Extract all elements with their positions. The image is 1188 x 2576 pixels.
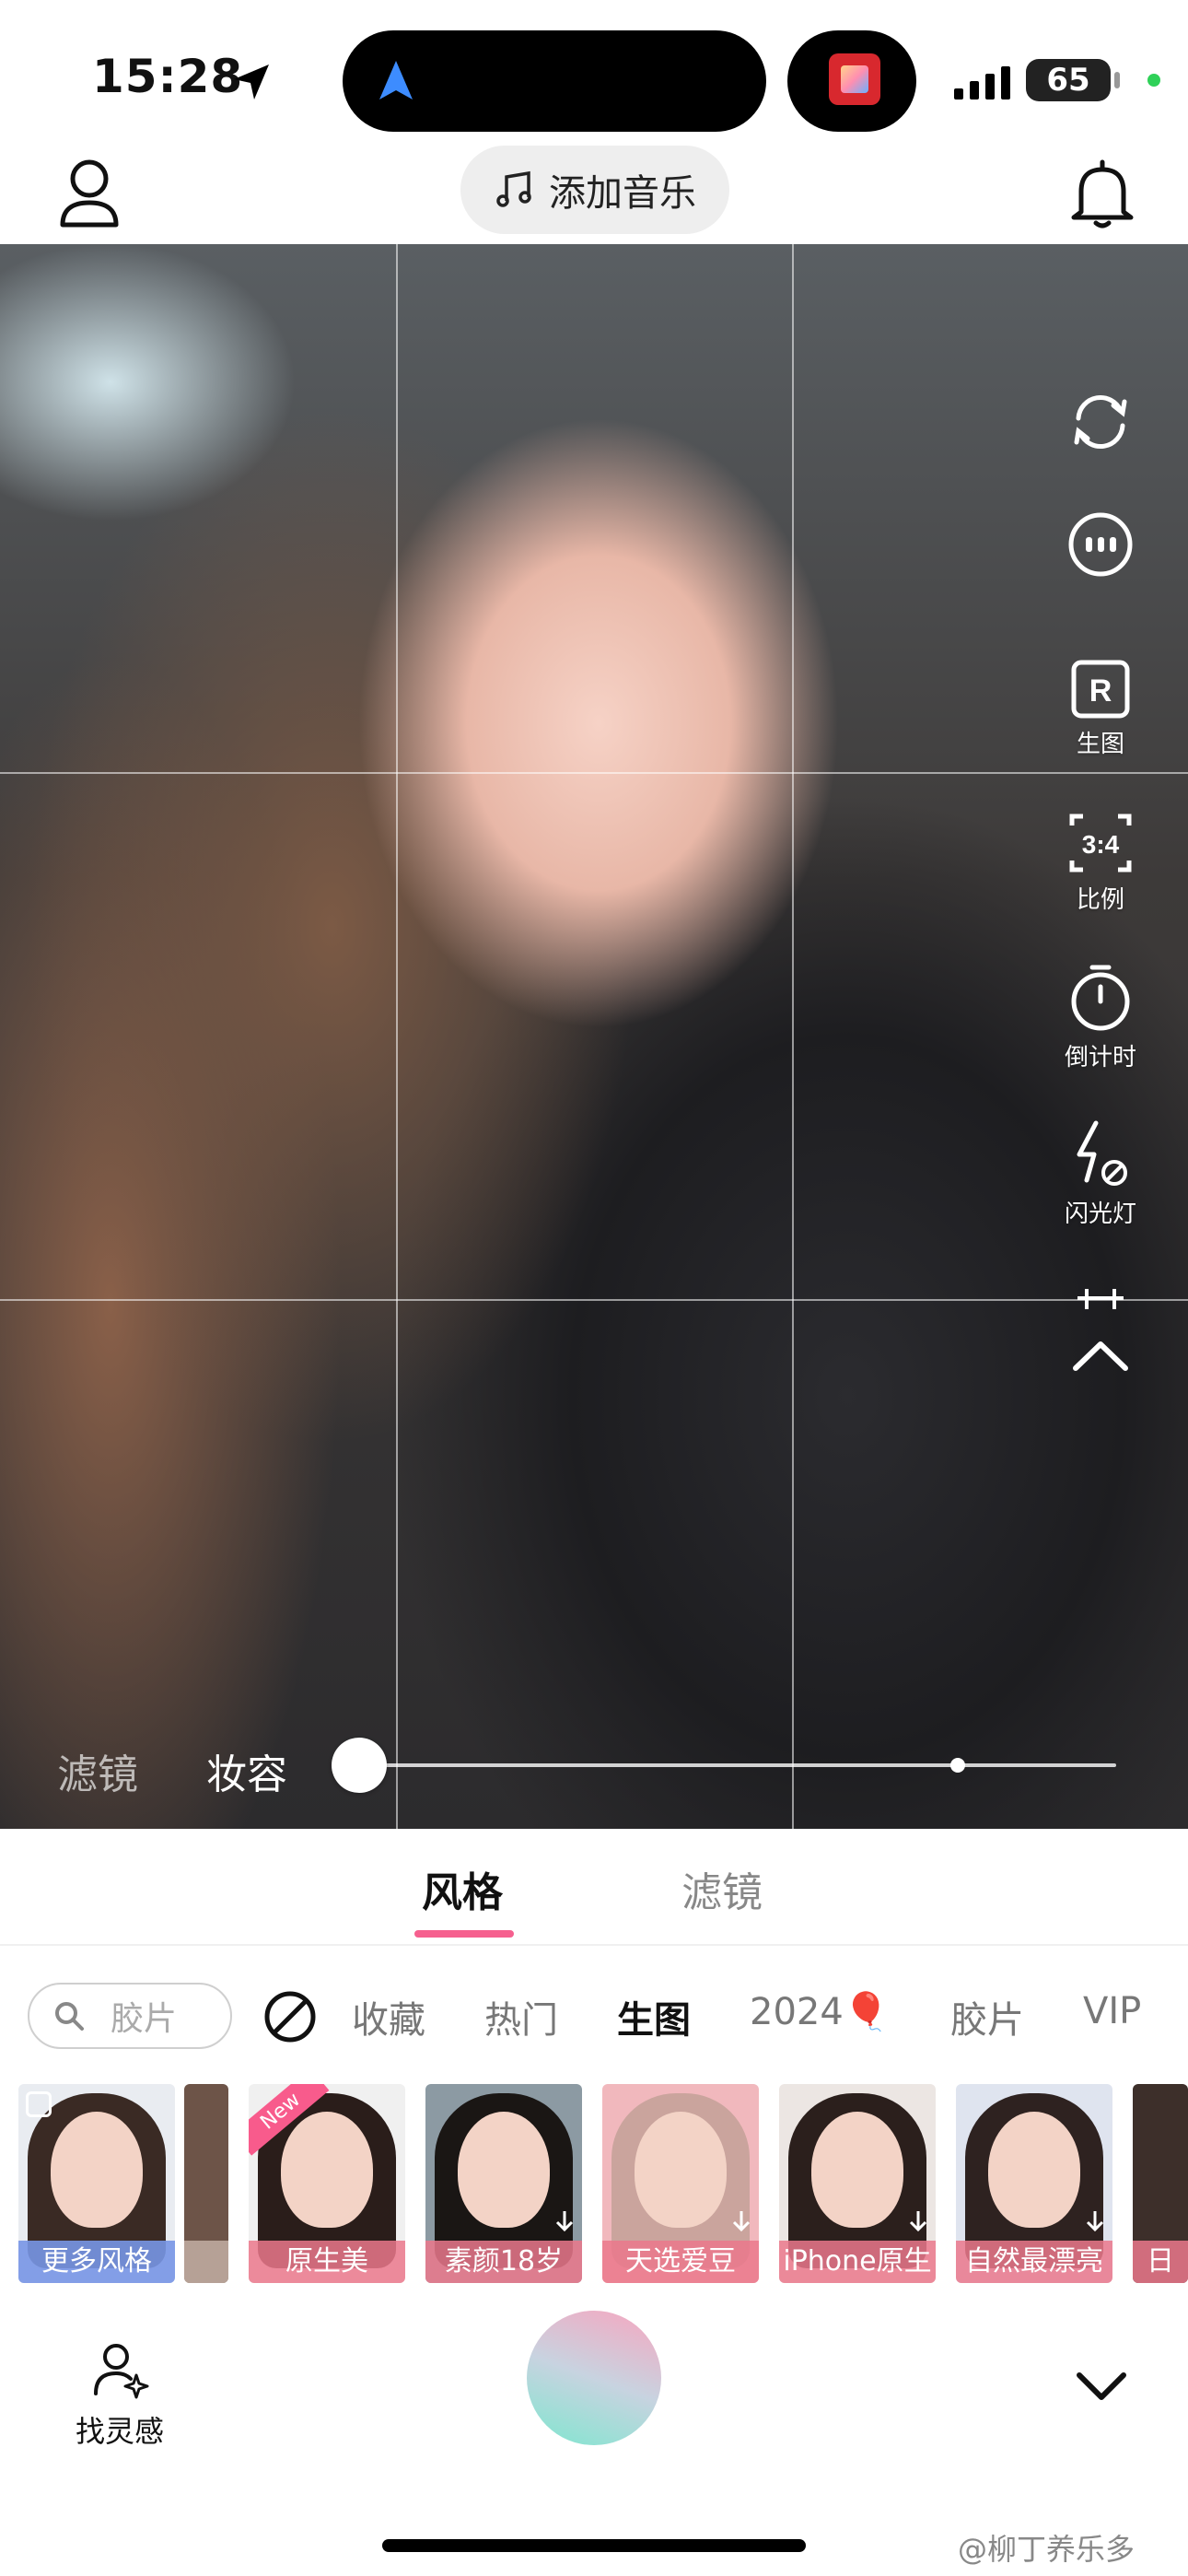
thumbnail-label: 天选爱豆 <box>602 2241 759 2283</box>
battery-cap <box>1114 72 1120 88</box>
profile-icon[interactable] <box>57 157 122 230</box>
thumbnail-face <box>51 2112 143 2228</box>
raw-mode-label: 生图 <box>1076 731 1124 758</box>
thumbnail-label: 原生美 <box>249 2241 405 2283</box>
add-music-label: 添加音乐 <box>549 172 696 215</box>
thumbnail-label: 更多风格 <box>18 2241 175 2283</box>
thumbnail-most-beautiful[interactable]: 自然最漂亮 <box>956 2084 1112 2283</box>
status-time: 15:28 <box>92 50 244 103</box>
category-hot[interactable]: 热门 <box>484 1990 558 2043</box>
add-music-button[interactable]: 添加音乐 <box>460 146 729 234</box>
svg-text:R: R <box>1089 673 1112 708</box>
filter-intensity-tab[interactable]: 滤镜 <box>57 1741 138 1800</box>
no-style-icon[interactable] <box>263 1990 317 2043</box>
aspect-ratio-label: 比例 <box>1076 886 1124 914</box>
svg-text:3:4: 3:4 <box>1082 830 1120 859</box>
raw-mode-button[interactable]: R 生图 <box>1059 659 1142 759</box>
category-film[interactable]: 胶片 <box>950 1990 1024 2043</box>
thumbnail-idol[interactable]: 天选爱豆 <box>602 2084 759 2283</box>
category-favorites[interactable]: 收藏 <box>352 1990 425 2043</box>
style-search-input[interactable]: 胶片 <box>28 1983 232 2049</box>
flip-camera-button[interactable] <box>1059 387 1142 457</box>
bell-icon[interactable] <box>1068 157 1136 230</box>
battery-level: 65 <box>1026 59 1111 101</box>
divider <box>0 1944 1188 1946</box>
makeup-intensity-tab[interactable]: 妆容 <box>206 1741 287 1800</box>
thumbnail-label: 素颜18岁 <box>425 2241 582 2283</box>
thumbnail-face <box>458 2112 550 2228</box>
thumbnail-label: 自然最漂亮 <box>956 2241 1112 2283</box>
intensity-slider-track[interactable] <box>361 1763 1116 1767</box>
cellular-signal-icon <box>954 66 1010 100</box>
search-icon <box>55 2002 84 2031</box>
thumbnail-face <box>281 2112 373 2228</box>
location-arrow-icon <box>234 64 269 100</box>
thumbnail-label: 日 <box>1133 2241 1188 2283</box>
flash-label: 闪光灯 <box>1064 1200 1136 1228</box>
tab-style[interactable]: 风格 <box>422 1859 503 1918</box>
flash-off-icon <box>1077 1120 1127 1186</box>
download-icon <box>909 2211 927 2232</box>
timer-button[interactable]: 倒计时 <box>1059 963 1142 1072</box>
thumbnail-natural-beauty[interactable]: New 原生美 <box>249 2084 405 2283</box>
grid-line <box>792 244 794 1829</box>
more-icon <box>1068 512 1133 577</box>
thumbnail-face <box>811 2112 903 2228</box>
timer-icon <box>1071 965 1130 1031</box>
shutter-button[interactable] <box>527 2311 661 2445</box>
timer-label: 倒计时 <box>1064 1044 1136 1071</box>
search-placeholder: 胶片 <box>111 2000 178 2038</box>
watermark: @柳丁养乐多 <box>958 2532 1136 2567</box>
camera-in-use-indicator <box>1147 74 1160 87</box>
grid-line <box>0 1299 1188 1301</box>
tab-filter[interactable]: 滤镜 <box>681 1859 763 1918</box>
ratio-icon: 3:4 <box>1069 814 1132 872</box>
download-icon <box>1086 2211 1104 2232</box>
chevron-up-icon <box>1073 1289 1128 1371</box>
thumbnail-more-styles[interactable]: 更多风格 <box>18 2084 175 2283</box>
thumbnail-label <box>184 2241 228 2283</box>
flash-button[interactable]: 闪光灯 <box>1059 1119 1142 1229</box>
aspect-ratio-button[interactable]: 3:4 比例 <box>1059 811 1142 915</box>
thumbnail-face <box>635 2112 727 2228</box>
inspiration-user-icon <box>94 2344 149 2399</box>
thumbnail-label: iPhone原生 <box>779 2241 936 2283</box>
download-icon <box>555 2211 574 2232</box>
collapse-tools-button[interactable] <box>1059 1285 1142 1387</box>
active-tab-indicator <box>414 1930 514 1938</box>
grid-line <box>0 772 1188 774</box>
thumbnail-partial[interactable] <box>184 2084 228 2283</box>
multi-style-icon <box>26 2091 52 2117</box>
category-raw[interactable]: 生图 <box>617 1990 691 2043</box>
navigation-arrow-icon <box>379 61 413 100</box>
category-vip[interactable]: VIP <box>1083 1990 1141 2032</box>
slider-default-mark <box>949 1758 965 1773</box>
thumbnail-bare-face[interactable]: 素颜18岁 <box>425 2084 582 2283</box>
thumbnail-iphone-native[interactable]: iPhone原生 <box>779 2084 936 2283</box>
category-2024[interactable]: 2024🎈 <box>750 1990 890 2033</box>
find-inspiration-button[interactable]: 找灵感 <box>64 2340 175 2451</box>
intensity-slider-knob[interactable] <box>332 1738 387 1793</box>
thumbnail-partial[interactable]: 日 <box>1133 2084 1188 2283</box>
chevron-down-icon[interactable] <box>1076 2370 1127 2403</box>
thumbnail-face <box>988 2112 1080 2228</box>
download-icon <box>732 2211 751 2232</box>
music-note-icon <box>496 170 531 207</box>
find-inspiration-label: 找灵感 <box>75 2414 164 2449</box>
raw-icon: R <box>1071 660 1130 719</box>
camera-preview[interactable] <box>0 244 1188 1829</box>
grid-line <box>396 244 398 1829</box>
app-thumbnail-icon <box>829 53 880 105</box>
more-button[interactable] <box>1059 509 1142 580</box>
flip-camera-icon <box>1074 394 1127 450</box>
home-indicator[interactable] <box>382 2539 806 2552</box>
